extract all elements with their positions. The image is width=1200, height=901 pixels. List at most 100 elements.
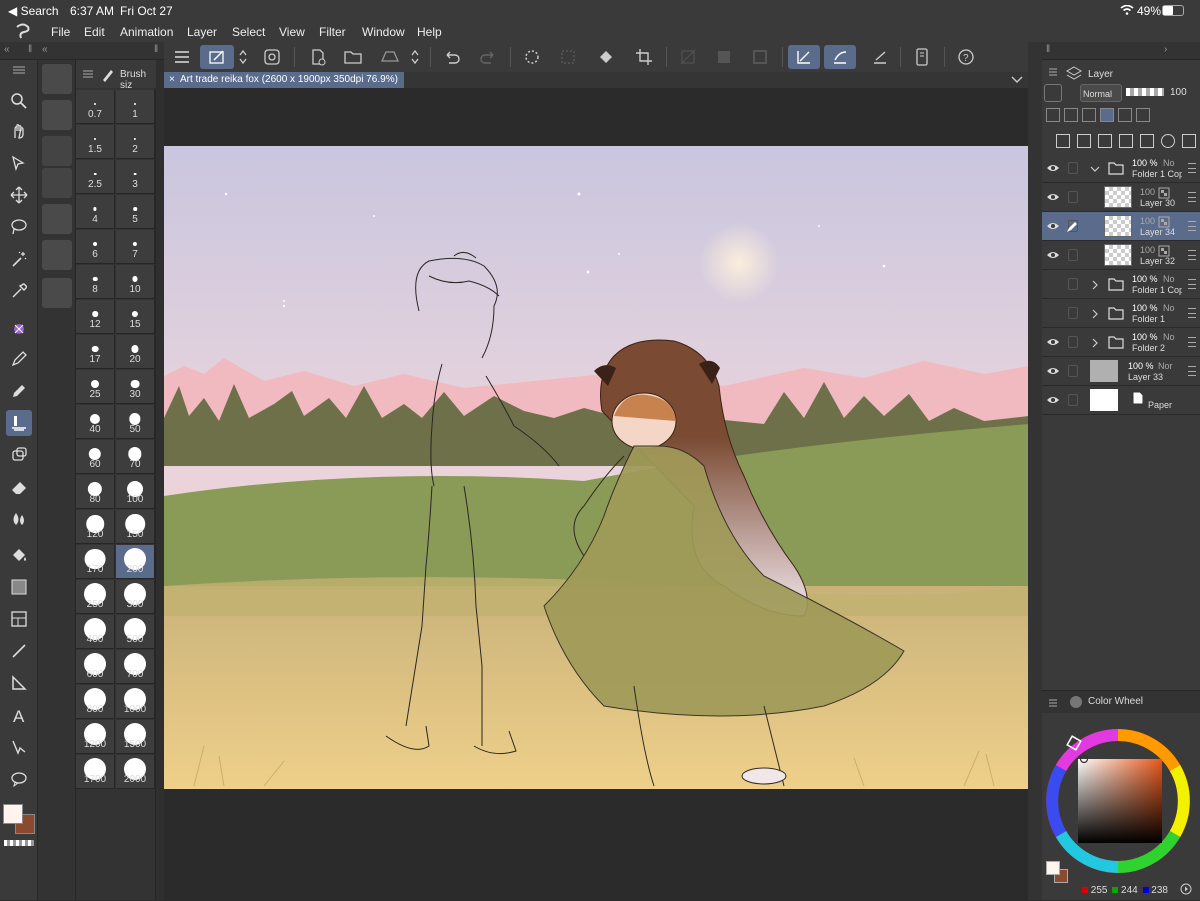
merge-layer-icon[interactable] [1119, 134, 1133, 148]
menu-layer[interactable]: Layer [187, 25, 217, 39]
app-logo-icon[interactable] [14, 22, 32, 40]
back-to-search[interactable]: ◀ Search [8, 4, 59, 18]
lock-transparent-icon[interactable] [1046, 108, 1060, 122]
brush-size-cell[interactable]: 70 [116, 440, 155, 474]
brush-size-cell[interactable]: 1700 [76, 755, 115, 789]
layer-select-checkbox[interactable] [1068, 191, 1078, 203]
brush-size-cell[interactable]: 1 [116, 90, 155, 124]
brush-size-cell[interactable]: 2.5 [76, 160, 115, 194]
quick-access-icon[interactable] [200, 45, 234, 69]
sub-tool-3-icon[interactable] [42, 136, 72, 166]
layer-row[interactable]: 100 Layer 32 [1042, 241, 1200, 270]
chevron-down-icon[interactable] [1090, 164, 1100, 174]
snap-grid-icon[interactable] [868, 45, 892, 69]
sub-tool-2-icon[interactable] [42, 100, 72, 130]
decoration-tool-icon[interactable] [6, 316, 32, 342]
brush-size-cell[interactable]: 3 [116, 160, 155, 194]
eraser-tool-icon[interactable] [6, 474, 32, 500]
undo-icon[interactable] [440, 45, 464, 69]
text-tool-icon[interactable]: A [6, 702, 32, 728]
layer-select-checkbox[interactable] [1068, 365, 1078, 377]
frame-tool-icon[interactable] [6, 606, 32, 632]
brush-size-cell[interactable]: 400 [76, 615, 115, 649]
menu-filter[interactable]: Filter [319, 25, 346, 39]
sub-tool-7-icon[interactable] [42, 278, 72, 308]
eye-icon[interactable] [1046, 162, 1060, 174]
layer-select-checkbox[interactable] [1068, 278, 1078, 290]
operation-tool-icon[interactable] [6, 150, 32, 176]
opacity-value[interactable]: 100 [1170, 87, 1187, 98]
layer-menu-icon[interactable] [1188, 163, 1196, 173]
brush-size-cell[interactable]: 20 [116, 335, 155, 369]
menu-file[interactable]: File [51, 25, 70, 39]
menu-edit[interactable]: Edit [84, 25, 105, 39]
loading-icon[interactable] [520, 45, 544, 69]
layer-select-checkbox[interactable] [1068, 249, 1078, 261]
pen-tool-icon[interactable] [6, 346, 32, 372]
eye-hidden-icon[interactable] [1046, 307, 1060, 319]
layer-menu-icon[interactable] [1188, 279, 1196, 289]
eye-icon[interactable] [1046, 220, 1060, 232]
panel-handle-2-icon[interactable]: ‖ [154, 44, 158, 55]
layer-row[interactable]: 100 % Nor Layer 33 [1042, 357, 1200, 386]
collapse-left-icon[interactable]: « [4, 44, 10, 55]
brush-size-cell[interactable]: 8 [76, 265, 115, 299]
snap-special-ruler-icon[interactable] [824, 45, 856, 69]
new-file-icon[interactable] [306, 45, 330, 69]
brush-size-cell[interactable]: 200 [116, 545, 155, 579]
main-color-swatch[interactable] [3, 804, 23, 824]
layer-menu-icon[interactable] [1188, 221, 1196, 231]
brush-size-cell[interactable]: 2000 [116, 755, 155, 789]
brush-size-cell[interactable]: 600 [76, 650, 115, 684]
gradient-tool-icon[interactable] [6, 574, 32, 600]
move-tool-icon[interactable] [6, 182, 32, 208]
eyedropper-icon[interactable] [6, 278, 32, 304]
eye-hidden-icon[interactable] [1046, 278, 1060, 290]
sub-tool-1-icon[interactable] [42, 64, 72, 94]
brush-size-cell[interactable]: 17 [76, 335, 115, 369]
hand-tool-icon[interactable] [6, 118, 32, 144]
layer-menu-icon[interactable] [1188, 337, 1196, 347]
layer-menu-icon[interactable] [1188, 250, 1196, 260]
layer-select-checkbox[interactable] [1068, 336, 1078, 348]
eye-icon[interactable] [1046, 365, 1060, 377]
panel-handle-3-icon[interactable]: ‖ [1046, 44, 1050, 55]
zoom-tool-icon[interactable] [6, 88, 32, 114]
new-folder-icon[interactable] [1077, 134, 1091, 148]
brush-size-cell[interactable]: 6 [76, 230, 115, 264]
layer-select-checkbox[interactable] [1068, 307, 1078, 319]
close-tab-icon[interactable]: × [169, 72, 175, 88]
clip-below-icon[interactable] [1100, 108, 1114, 122]
eye-icon[interactable] [1046, 394, 1060, 406]
canvas-workspace[interactable] [164, 88, 1029, 900]
layer-select-checkbox[interactable] [1068, 394, 1078, 406]
brush-size-cell[interactable]: 800 [76, 685, 115, 719]
brush-tool-icon[interactable] [6, 410, 32, 436]
brush-size-cell[interactable]: 1000 [116, 685, 155, 719]
mask-icon[interactable] [1140, 134, 1154, 148]
panel-menu-icon[interactable] [82, 70, 94, 78]
apply-mask-icon[interactable] [1161, 134, 1175, 148]
clip-icon[interactable] [1044, 84, 1062, 102]
draft-layer-icon[interactable] [1136, 108, 1150, 122]
transparent-color-swatch[interactable] [4, 840, 34, 846]
layer-row[interactable]: 100 % No Folder 2 [1042, 328, 1200, 357]
brush-size-cell[interactable]: 12 [76, 300, 115, 334]
device-icon[interactable] [910, 45, 934, 69]
menu-animation[interactable]: Animation [120, 25, 173, 39]
brush-size-cell[interactable]: 0.7 [76, 90, 115, 124]
deselect-icon[interactable] [556, 45, 580, 69]
opacity-slider[interactable] [1126, 88, 1164, 96]
color-layer-icon[interactable] [1118, 108, 1132, 122]
chevron-right-icon[interactable] [1090, 309, 1100, 319]
eye-icon[interactable] [1046, 249, 1060, 261]
menu-select[interactable]: Select [232, 25, 265, 39]
layer-row[interactable]: 100 Layer 30 [1042, 183, 1200, 212]
delete-layer-icon[interactable] [1182, 134, 1196, 148]
layer-select-checkbox[interactable] [1068, 162, 1078, 174]
copy-layer-icon[interactable] [1098, 134, 1112, 148]
color-panel-menu-icon[interactable] [1048, 699, 1058, 707]
crop-icon[interactable] [632, 45, 656, 69]
brush-size-cell[interactable]: 10 [116, 265, 155, 299]
collapse-left-2-icon[interactable]: « [42, 44, 48, 55]
